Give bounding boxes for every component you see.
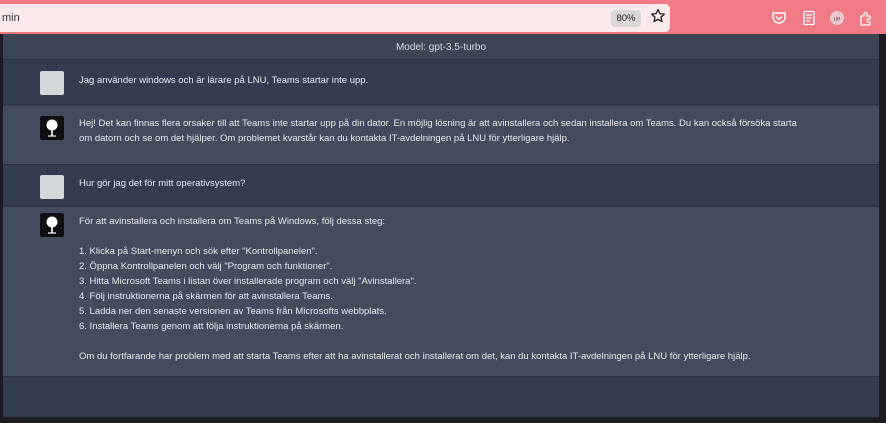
- message-line: Jag använder windows och är lärare på LN…: [79, 75, 369, 86]
- message-text: För att avinstallera och installera om T…: [79, 214, 839, 364]
- zoom-level-button[interactable]: 80%: [611, 10, 641, 27]
- message-line: om datorn och se om det hjälper. Om prob…: [79, 133, 570, 144]
- pocket-icon[interactable]: [771, 10, 787, 26]
- message-user: Hur gör jag det för mitt operativsystem?: [3, 166, 879, 206]
- extensions-icon[interactable]: [858, 10, 874, 26]
- model-bar: Model: gpt-3.5-turbo: [3, 34, 879, 60]
- step-item: 1. Klicka på Start-menyn och sök efter "…: [79, 246, 318, 257]
- url-bar[interactable]: min 80%: [0, 4, 670, 32]
- star-icon[interactable]: [650, 8, 666, 26]
- browser-toolbar: min 80% ue: [0, 0, 886, 34]
- account-icon[interactable]: ue: [829, 10, 845, 26]
- model-label: Model: gpt-3.5-turbo: [395, 42, 487, 53]
- tree-logo-icon: [46, 119, 58, 137]
- chat-panel: Model: gpt-3.5-turbo Jag använder window…: [3, 34, 879, 417]
- step-item: 2. Öppna Kontrollpanelen och välj "Progr…: [79, 261, 333, 272]
- message-user: Jag använder windows och är lärare på LN…: [3, 61, 879, 105]
- message-assistant: För att avinstallera och installera om T…: [3, 207, 879, 377]
- message-text: Jag använder windows och är lärare på LN…: [79, 73, 839, 88]
- step-item: 6. Installera Teams genom att följa inst…: [79, 321, 344, 332]
- window-edge: [879, 34, 886, 423]
- url-text[interactable]: min: [2, 12, 20, 24]
- message-assistant: Hej! Det kan finnas flera orsaker till a…: [3, 106, 879, 165]
- message-line: Hur gör jag det för mitt operativsystem?: [79, 178, 246, 189]
- assistant-avatar: [40, 213, 64, 237]
- svg-text:ue: ue: [834, 17, 841, 23]
- chat-bottom-area: [3, 377, 879, 417]
- tree-logo-icon: [46, 216, 58, 234]
- user-avatar: [40, 71, 64, 95]
- user-avatar: [40, 175, 64, 199]
- reader-view-icon[interactable]: [801, 10, 817, 26]
- message-intro: För att avinstallera och installera om T…: [79, 216, 386, 227]
- message-outro: Om du fortfarande har problem med att st…: [79, 351, 751, 362]
- assistant-avatar: [40, 116, 64, 140]
- message-text: Hej! Det kan finnas flera orsaker till a…: [79, 116, 839, 146]
- step-item: 3. Hitta Microsoft Teams i listan över i…: [79, 276, 417, 287]
- message-line: Hej! Det kan finnas flera orsaker till a…: [79, 118, 797, 129]
- step-item: 5. Ladda ner den senaste versionen av Te…: [79, 306, 387, 317]
- message-text: Hur gör jag det för mitt operativsystem?: [79, 176, 839, 191]
- step-item: 4. Följ instruktionerna på skärmen för a…: [79, 291, 333, 302]
